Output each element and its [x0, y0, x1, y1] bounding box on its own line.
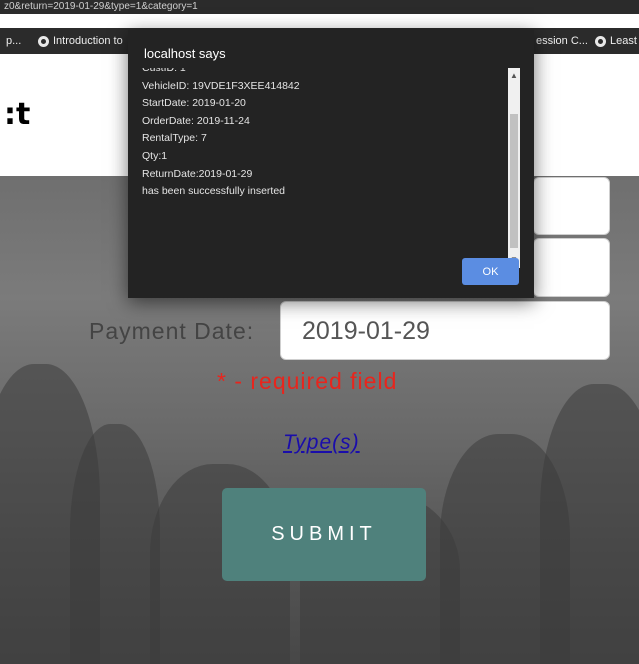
address-text: z0&return=2019-01-29&type=1&category=1: [4, 1, 198, 12]
alert-dialog: localhost says CustID: 1 VehicleID: 19VD…: [128, 30, 534, 298]
message-line: RentalType: 7: [142, 132, 207, 145]
message-line: has been successfully inserted: [142, 185, 285, 198]
globe-icon: [38, 35, 49, 47]
bookmark-item[interactable]: Least: [595, 28, 637, 54]
page-title: :t: [4, 97, 31, 132]
dialog-title: localhost says: [144, 46, 226, 61]
payment-date-label: Payment Date:: [89, 318, 255, 344]
tree-silhouette: [540, 384, 639, 664]
dialog-message: CustID: 1 VehicleID: 19VDE1F3XEE414842 S…: [142, 68, 518, 268]
message-line: StartDate: 2019-01-20: [142, 97, 246, 110]
bookmark-item[interactable]: Introduction to: [38, 28, 123, 54]
form-input[interactable]: [533, 238, 610, 297]
message-line: ReturnDate:2019-01-29: [142, 167, 253, 180]
scroll-thumb[interactable]: [510, 114, 518, 248]
dialog-scrollbar[interactable]: ▲ ▼: [508, 68, 520, 268]
payment-date-value: 2019-01-29: [302, 317, 430, 345]
types-link[interactable]: Type(s): [283, 431, 360, 455]
bookmark-item[interactable]: p...: [6, 28, 21, 54]
bookmark-label: ession C...: [536, 35, 588, 47]
address-bar[interactable]: z0&return=2019-01-29&type=1&category=1: [0, 0, 639, 14]
payment-date-input[interactable]: 2019-01-29: [280, 301, 610, 360]
form-input[interactable]: [533, 177, 610, 235]
bookmark-item[interactable]: ession C...: [536, 28, 588, 54]
bookmark-label: Least: [610, 35, 637, 47]
submit-button[interactable]: SUBMIT: [222, 488, 426, 581]
message-line: CustID: 1: [142, 68, 186, 74]
bookmark-label: Introduction to: [53, 35, 123, 47]
message-line: Qty:1: [142, 149, 168, 162]
tree-silhouette: [70, 424, 160, 664]
required-field-note: * - required field: [217, 368, 398, 394]
ok-button[interactable]: OK: [462, 258, 519, 285]
message-line: VehicleID: 19VDE1F3XEE414842: [142, 79, 300, 92]
scroll-up-icon[interactable]: ▲: [508, 70, 520, 82]
bookmark-label: p...: [6, 35, 22, 47]
globe-icon: [595, 35, 606, 47]
message-line: OrderDate: 2019-11-24: [142, 114, 250, 127]
